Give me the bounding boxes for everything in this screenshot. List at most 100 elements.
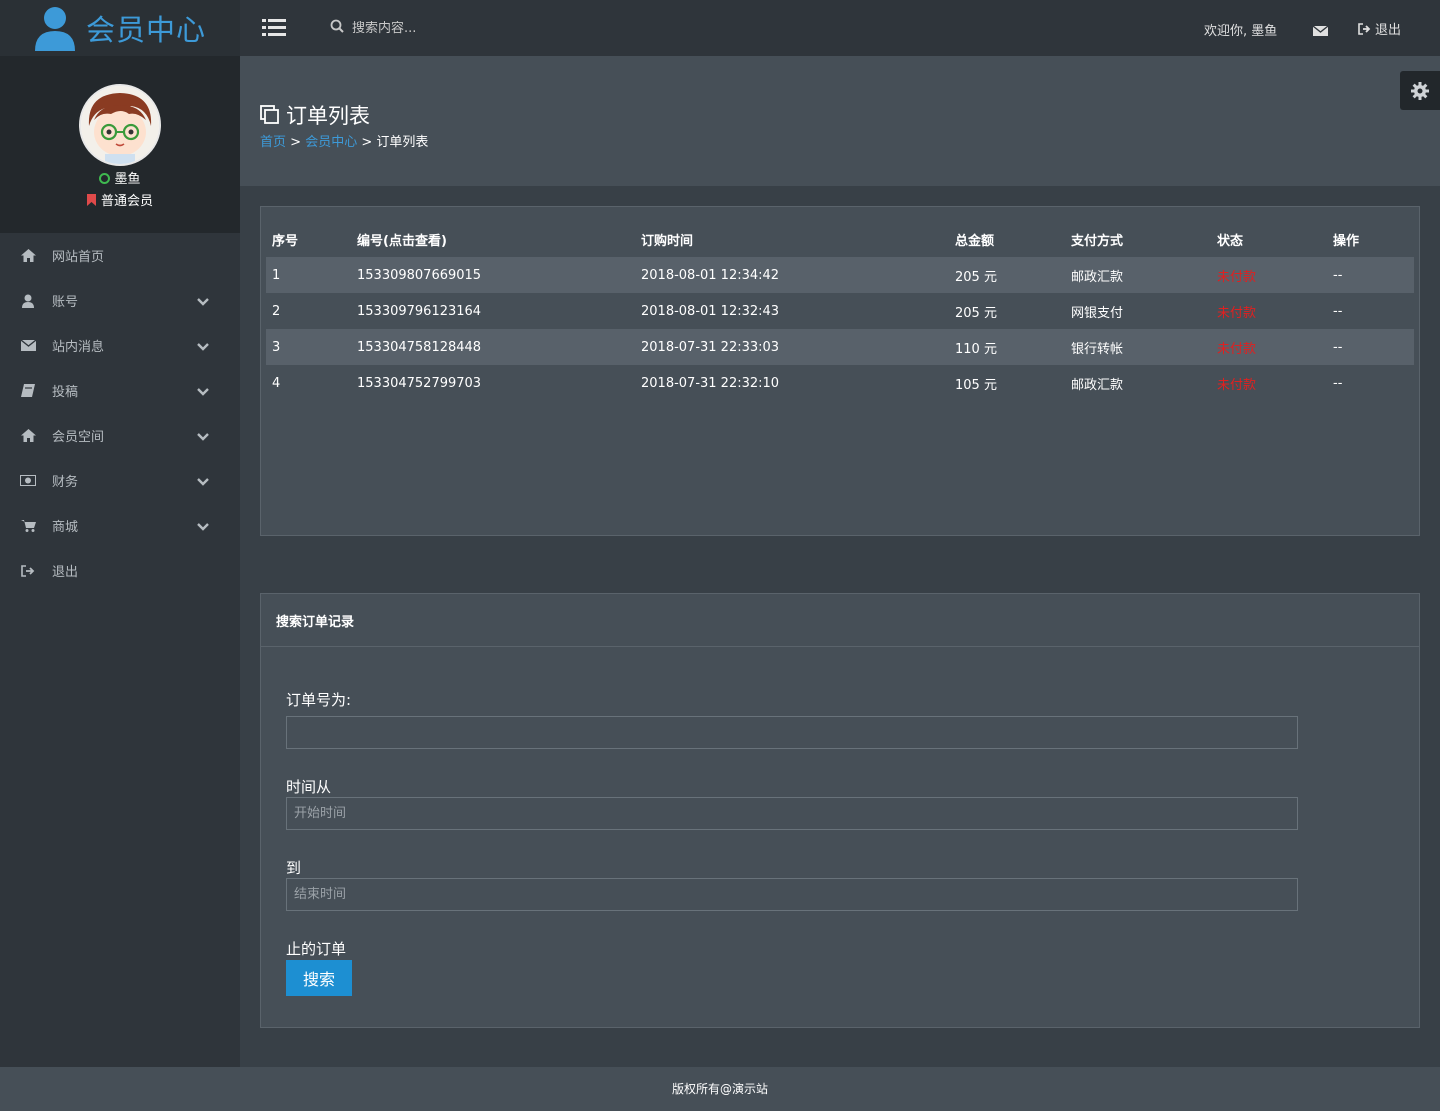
time-to-label: 到 xyxy=(286,859,302,877)
cell-total: 105 元 xyxy=(955,377,997,393)
cell-order-time: 2018-07-31 22:33:03 xyxy=(635,329,949,365)
menu-toggle-icon[interactable] xyxy=(262,17,286,39)
search-input[interactable] xyxy=(352,20,532,36)
home-icon xyxy=(20,249,36,263)
column-header: 操作 xyxy=(1333,233,1360,249)
order-number-label: 订单号为: xyxy=(286,691,352,709)
breadcrumb-current: 订单列表 xyxy=(376,135,429,150)
order-suffix-label: 止的订单 xyxy=(286,940,347,958)
cell-payment-method: 网银支付 xyxy=(1071,305,1124,321)
table-row: 1 153309807669015 2018-08-01 12:34:42 20… xyxy=(266,257,1414,293)
brand-title: 会员中心 xyxy=(86,13,207,47)
cell-status: 未付款 xyxy=(1211,257,1327,293)
cell-action: -- xyxy=(1333,303,1343,319)
cell-action: -- xyxy=(1333,375,1343,391)
cell-action: -- xyxy=(1327,329,1414,365)
sidebar-item-finance[interactable]: 财务 xyxy=(0,458,240,503)
cell-index: 2 xyxy=(272,303,281,319)
chevron-down-icon[interactable] xyxy=(197,385,209,400)
top-bar: 会员中心 欢迎你, 墨鱼 退出 xyxy=(0,0,1440,56)
envelope-icon xyxy=(20,339,36,353)
sidebar-item-submit[interactable]: 投稿 xyxy=(0,368,240,413)
cell-order-time: 2018-07-31 22:32:10 xyxy=(641,375,780,391)
sidebar-item-label: 账号 xyxy=(52,295,79,310)
online-status-icon xyxy=(99,173,111,184)
chevron-down-icon[interactable] xyxy=(197,475,209,490)
top-search xyxy=(330,19,532,37)
breadcrumb-home[interactable]: 首页 xyxy=(260,135,286,150)
sidebar-item-label: 财务 xyxy=(52,475,79,490)
chevron-down-icon[interactable] xyxy=(197,340,209,355)
cell-order-number[interactable]: 153304758128448 xyxy=(351,329,635,365)
column-header: 状态 xyxy=(1217,233,1244,249)
cell-index: 3 xyxy=(266,329,351,365)
cell-payment-method: 银行转帐 xyxy=(1065,329,1211,365)
table-row: 4 153304752799703 2018-07-31 22:32:10 10… xyxy=(266,365,1414,401)
welcome-text: 欢迎你, 墨鱼 xyxy=(1204,24,1278,39)
sidebar-item-account[interactable]: 账号 xyxy=(0,278,240,323)
footer: 版权所有@演示站 xyxy=(0,1067,1440,1111)
sidebar-nav: 网站首页 账号 站内消息 投稿 会员空间 财务 商城 退出 xyxy=(0,233,240,593)
bookmark-icon xyxy=(86,194,96,210)
sidebar-item-shop[interactable]: 商城 xyxy=(0,503,240,548)
brand[interactable]: 会员中心 xyxy=(0,0,240,56)
cell-payment-method: 邮政汇款 xyxy=(1065,257,1211,293)
user-level-label: 普通会员 xyxy=(100,194,153,209)
cell-total: 205 元 xyxy=(949,257,1065,293)
sidebar-item-label: 投稿 xyxy=(52,385,79,400)
sidebar-item-label: 退出 xyxy=(52,565,79,580)
gear-icon xyxy=(1411,81,1429,100)
cart-icon xyxy=(20,519,36,533)
sign-out-icon xyxy=(20,564,36,578)
cell-order-number[interactable]: 153309796123164 xyxy=(351,293,635,329)
cell-status: 未付款 xyxy=(1211,329,1327,365)
logout-link[interactable]: 退出 xyxy=(1358,19,1401,38)
cell-index: 4 xyxy=(272,375,281,391)
avatar[interactable] xyxy=(79,84,161,166)
cell-status: 未付款 xyxy=(1217,305,1257,321)
column-header: 订购时间 xyxy=(641,233,694,249)
orders-panel: 序号 编号(点击查看) 订购时间 总金额 支付方式 状态 操作 1 153309… xyxy=(260,206,1420,536)
breadcrumb-member-center[interactable]: 会员中心 xyxy=(305,135,357,150)
cell-status: 未付款 xyxy=(1217,377,1257,393)
cell-order-number[interactable]: 153304752799703 xyxy=(351,365,635,401)
table-header-row: 序号 编号(点击查看) 订购时间 总金额 支付方式 状态 操作 xyxy=(266,221,1414,257)
time-from-label: 时间从 xyxy=(286,778,332,796)
end-time-field[interactable] xyxy=(286,878,1298,911)
book-icon xyxy=(20,384,36,398)
cell-index: 1 xyxy=(266,257,351,293)
chevron-down-icon[interactable] xyxy=(197,295,209,310)
envelope-icon[interactable] xyxy=(1312,22,1329,36)
order-number-field[interactable] xyxy=(286,716,1298,749)
breadcrumb-separator: > xyxy=(361,135,373,150)
user-name-label: 墨鱼 xyxy=(114,172,141,187)
orders-table: 序号 编号(点击查看) 订购时间 总金额 支付方式 状态 操作 1 153309… xyxy=(266,221,1414,401)
user-name: 墨鱼 xyxy=(0,168,240,187)
cell-order-time: 2018-08-01 12:32:43 xyxy=(641,303,780,319)
sidebar-item-label: 商城 xyxy=(52,520,79,535)
breadcrumb-separator: > xyxy=(290,135,302,150)
sidebar-item-home[interactable]: 网站首页 xyxy=(0,233,240,278)
column-header: 支付方式 xyxy=(1071,233,1124,249)
search-button[interactable]: 搜索 xyxy=(286,960,352,996)
column-header: 编号(点击查看) xyxy=(357,233,447,249)
search-panel: 搜索订单记录 订单号为: 时间从 到 止的订单 搜索 xyxy=(260,593,1420,1028)
sidebar-item-logout[interactable]: 退出 xyxy=(0,548,240,593)
settings-button[interactable] xyxy=(1400,71,1440,110)
chevron-down-icon[interactable] xyxy=(197,430,209,445)
start-time-field[interactable] xyxy=(286,797,1298,830)
cell-payment-method: 邮政汇款 xyxy=(1071,377,1124,393)
sidebar: 墨鱼 普通会员 网站首页 账号 站内消息 投稿 会员空间 财务 商城 退出 xyxy=(0,56,240,1067)
user-level: 普通会员 xyxy=(0,190,240,210)
chevron-down-icon[interactable] xyxy=(197,520,209,535)
user-icon xyxy=(34,5,76,51)
profile-card: 墨鱼 普通会员 xyxy=(0,56,240,233)
cell-action: -- xyxy=(1327,257,1414,293)
copy-icon xyxy=(260,105,280,125)
sidebar-item-member-space[interactable]: 会员空间 xyxy=(0,413,240,458)
table-row: 3 153304758128448 2018-07-31 22:33:03 11… xyxy=(266,329,1414,365)
table-row: 2 153309796123164 2018-08-01 12:32:43 20… xyxy=(266,293,1414,329)
cell-order-number[interactable]: 153309807669015 xyxy=(351,257,635,293)
sidebar-item-label: 站内消息 xyxy=(52,340,105,355)
sidebar-item-messages[interactable]: 站内消息 xyxy=(0,323,240,368)
